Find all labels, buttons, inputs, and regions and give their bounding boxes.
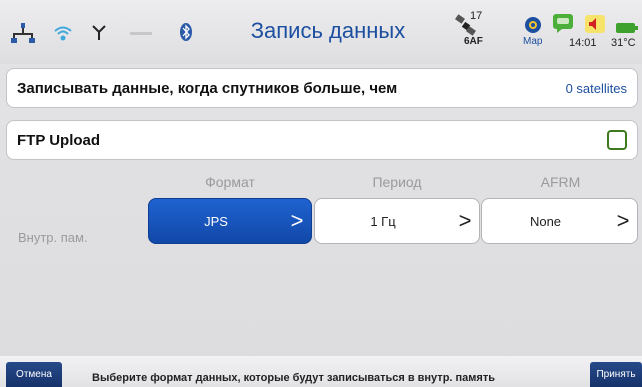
ftp-upload-label: FTP Upload bbox=[17, 131, 101, 149]
afrm-selector[interactable]: None > bbox=[481, 198, 638, 244]
ftp-upload-checkbox[interactable] bbox=[607, 130, 627, 150]
column-header-period: Период bbox=[372, 174, 422, 190]
record-threshold-value[interactable]: 0 satellites bbox=[566, 81, 627, 96]
clock: 14:01 bbox=[569, 37, 597, 49]
wifi-icon bbox=[54, 26, 72, 41]
map-label: Map bbox=[523, 36, 543, 47]
afrm-value: None bbox=[529, 213, 562, 229]
format-value: JPS bbox=[204, 213, 228, 229]
accept-button[interactable]: Принять bbox=[590, 362, 642, 387]
battery-icon bbox=[616, 23, 638, 33]
cancel-button[interactable]: Отмена bbox=[6, 362, 62, 387]
map-icon[interactable] bbox=[524, 16, 542, 34]
format-selector[interactable]: JPS > bbox=[148, 198, 312, 244]
satellite-label: 6AF bbox=[464, 36, 483, 47]
record-threshold-label: Записывать данные, когда спутников больш… bbox=[17, 79, 398, 97]
network-icon bbox=[11, 23, 35, 43]
speaker-icon[interactable] bbox=[584, 14, 606, 34]
chat-icon[interactable] bbox=[552, 13, 574, 33]
antenna-icon bbox=[92, 25, 106, 40]
column-header-format: Формат bbox=[205, 174, 255, 190]
period-selector[interactable]: 1 Гц > bbox=[314, 198, 480, 244]
bluetooth-icon bbox=[180, 23, 192, 41]
chevron-right-icon: > bbox=[290, 208, 304, 233]
ftp-upload-row[interactable]: FTP Upload bbox=[6, 120, 638, 160]
satellite-count: 17 bbox=[470, 10, 483, 22]
column-header-afrm: AFRM bbox=[540, 174, 581, 190]
record-threshold-row[interactable]: Записывать данные, когда спутников больш… bbox=[6, 68, 638, 108]
chevron-right-icon: > bbox=[616, 208, 630, 233]
page-title: Запись данных bbox=[250, 18, 406, 43]
temperature: 31°C bbox=[611, 37, 636, 49]
period-value: 1 Гц bbox=[370, 213, 396, 229]
signal-placeholder bbox=[130, 32, 152, 35]
status-bar: Запись данных 17 6AF Map 14:01 31°C bbox=[0, 0, 642, 64]
chevron-right-icon: > bbox=[458, 208, 472, 233]
hint-text: Выберите формат данных, которые будут за… bbox=[92, 372, 495, 384]
internal-memory-label: Внутр. пам. bbox=[18, 230, 88, 245]
